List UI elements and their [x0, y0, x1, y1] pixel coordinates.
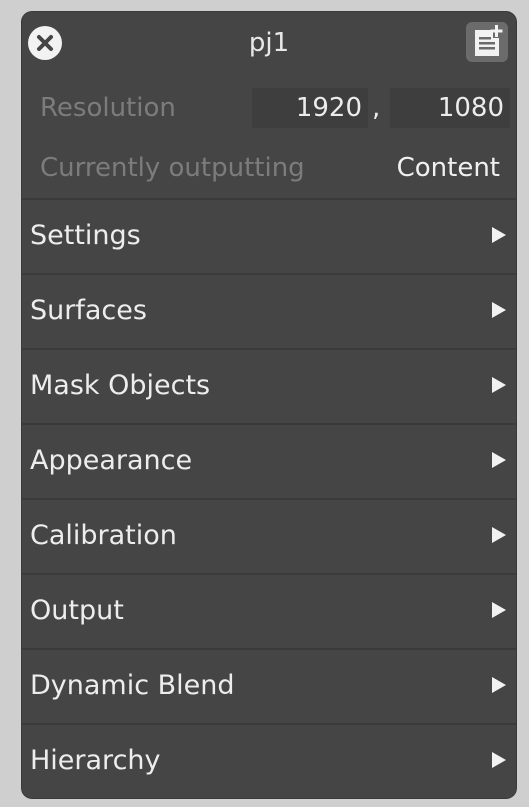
title-bar: pj1 — [22, 12, 516, 76]
menu-item-hierarchy[interactable]: Hierarchy — [22, 723, 516, 798]
menu-item-settings[interactable]: Settings — [22, 198, 516, 273]
menu-item-label: Mask Objects — [30, 370, 211, 401]
triangle-right-icon — [492, 527, 506, 543]
menu-item-calibration[interactable]: Calibration — [22, 498, 516, 573]
menu-item-label: Hierarchy — [30, 745, 161, 776]
resolution-width-field[interactable]: 1920 — [252, 88, 368, 128]
menu-item-label: Surfaces — [30, 295, 147, 326]
resolution-row: Resolution 1920 , 1080 — [22, 82, 516, 134]
output-status-row: Currently outputting Content — [22, 142, 516, 194]
projector-panel: pj1 Resolution 1920 , 1080 Currently out… — [22, 12, 516, 798]
resolution-label: Resolution — [40, 93, 176, 123]
menu-item-output[interactable]: Output — [22, 573, 516, 648]
triangle-right-icon — [492, 602, 506, 618]
menu-item-label: Dynamic Blend — [30, 670, 235, 701]
menu-item-dynamic-blend[interactable]: Dynamic Blend — [22, 648, 516, 723]
background: pj1 Resolution 1920 , 1080 Currently out… — [0, 0, 529, 807]
section-menu: Settings Surfaces Mask Objects Appearanc… — [22, 198, 516, 798]
menu-item-label: Settings — [30, 220, 141, 251]
triangle-right-icon — [492, 752, 506, 768]
triangle-right-icon — [492, 677, 506, 693]
menu-item-mask-objects[interactable]: Mask Objects — [22, 348, 516, 423]
menu-item-label: Output — [30, 595, 124, 626]
triangle-right-icon — [492, 377, 506, 393]
triangle-right-icon — [492, 452, 506, 468]
notes-button[interactable] — [466, 22, 508, 62]
panel-title: pj1 — [248, 28, 290, 58]
menu-item-label: Calibration — [30, 520, 177, 551]
output-status-value: Content — [396, 153, 500, 183]
menu-item-appearance[interactable]: Appearance — [22, 423, 516, 498]
menu-item-surfaces[interactable]: Surfaces — [22, 273, 516, 348]
notes-add-icon — [475, 25, 503, 56]
resolution-height-field[interactable]: 1080 — [390, 88, 510, 128]
triangle-right-icon — [492, 227, 506, 243]
resolution-separator: , — [372, 93, 381, 123]
menu-item-label: Appearance — [30, 445, 193, 476]
triangle-right-icon — [492, 302, 506, 318]
output-status-label: Currently outputting — [40, 153, 305, 183]
